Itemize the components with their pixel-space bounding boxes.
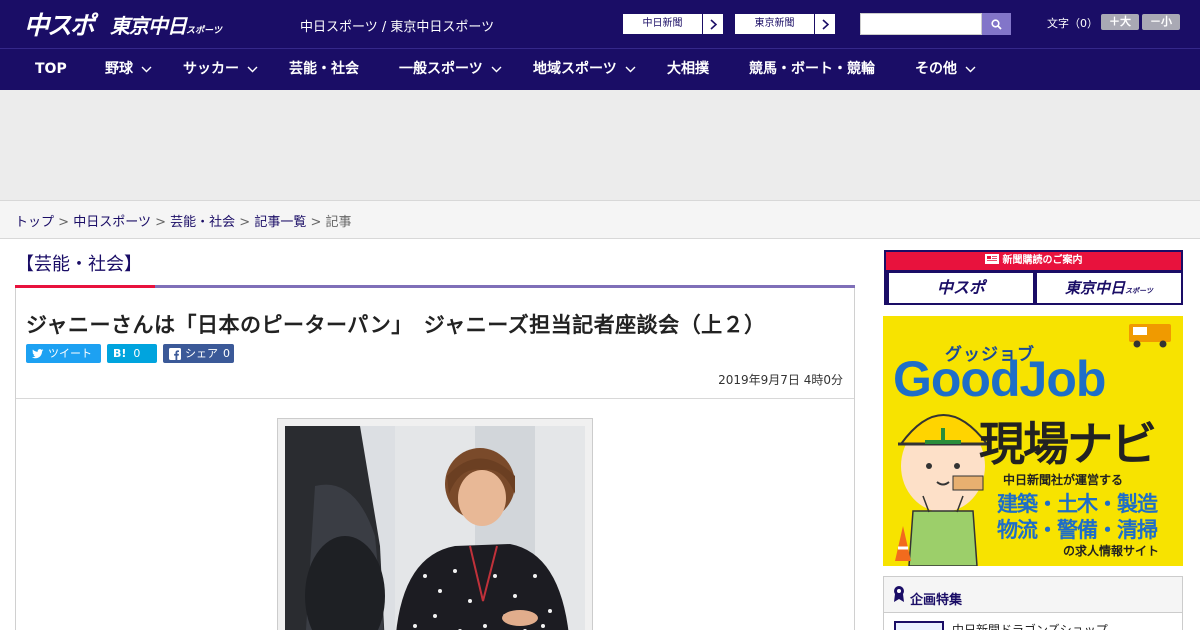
article-divider [16,398,854,399]
logo-tokyo-chunichi[interactable]: 東京中日スポーツ [110,10,222,39]
goodjob-industries-2: 物流・警備・清掃 [997,518,1158,542]
logo-chuspo[interactable]: 中スポ [24,6,95,42]
hatena-bookmark-icon: B! [113,347,127,360]
goodjob-brand: GoodJob [893,351,1106,407]
article-date: 2019年9月7日 4時0分 [718,373,843,387]
article-photo[interactable] [285,426,585,630]
nav-label: 野球 [105,61,133,77]
chevron-right-icon [815,14,835,34]
chevron-down-icon [141,66,152,72]
ad-banner-area [0,90,1200,200]
chunichi-shimbun-link[interactable]: 中日新聞 [622,13,724,35]
breadcrumb-current: 記事 [325,215,352,230]
feature-item-dragons-shop[interactable]: 中日新聞ドラゴンズショップ [952,621,1108,630]
breadcrumb-separator: > [155,215,166,230]
breadcrumb-top[interactable]: トップ [15,215,54,230]
interview-photo-image [285,426,585,630]
nav-entertainment[interactable]: 芸能・社会 [289,49,359,91]
font-smaller-button[interactable]: －小 [1142,14,1180,30]
font-size-label: 文字（0） [1047,17,1098,30]
nav-label: 一般スポーツ [399,61,483,77]
search-button[interactable] [982,13,1011,35]
facebook-icon [169,347,181,360]
goodjob-ad-banner[interactable]: グッジョブ GoodJob 現場ナビ 中日新聞社が運営する 建築・土木・製造 物… [883,316,1183,566]
feature-section: 企画特集 中日新聞ドラゴンズショップ [883,576,1183,630]
tokyo-shimbun-link[interactable]: 東京新聞 [734,13,836,35]
nav-soccer[interactable]: サッカー [183,49,258,91]
feature-title: 企画特集 [910,593,963,608]
search-icon [991,18,1002,30]
twitter-bird-icon [32,348,44,358]
chevron-right-icon [703,14,723,34]
nav-others[interactable]: その他 [915,49,976,91]
chevron-down-icon [625,66,636,72]
subscribe-tokyo-chunichi[interactable]: 東京中日スポーツ [1037,273,1181,303]
ribbon-icon [894,586,904,602]
hatena-bookmark-button[interactable]: B! 0 [107,344,157,363]
subscribe-tokyo-text: 東京中日 [1065,279,1126,297]
nav-label: 競馬・ボート・競輪 [749,61,875,77]
subscription-heading: 新聞購読のご案内 [1002,255,1083,266]
nav-label: その他 [915,61,957,77]
breadcrumb-separator: > [310,215,322,230]
tweet-label: ツイート [48,347,92,360]
nav-top[interactable]: TOP [35,49,67,91]
subscription-heading-bar: 新聞購読のご案内 [886,252,1181,270]
nav-baseball[interactable]: 野球 [105,49,152,91]
newspaper-icon [984,254,999,264]
goodjob-operator: 中日新聞社が運営する [1003,473,1124,487]
subscribe-tokyo-small: スポーツ [1125,287,1153,295]
breadcrumb: トップ > 中日スポーツ > 芸能・社会 > 記事一覧 > 記事 [0,200,1200,239]
font-larger-button[interactable]: ＋大 [1101,14,1139,30]
feature-header: 企画特集 [884,577,1182,613]
breadcrumb-list: トップ > 中日スポーツ > 芸能・社会 > 記事一覧 > 記事 [15,211,352,230]
chevron-down-icon [247,66,258,72]
chunichi-shimbun-label: 中日新聞 [623,14,703,34]
breadcrumb-separator: > [239,215,251,230]
nav-local-sports[interactable]: 地域スポーツ [533,49,636,91]
logo-tokyo-small: スポーツ [186,26,222,36]
goodjob-tail: の求人情報サイト [1063,544,1160,558]
search-input[interactable] [860,13,982,35]
feature-thumbnail[interactable] [894,621,944,630]
breadcrumb-chunichi-sports[interactable]: 中日スポーツ [73,215,151,230]
site-title[interactable]: 中日スポーツ / 東京中日スポーツ [300,16,494,35]
tweet-button[interactable]: ツイート [26,344,101,363]
nav-racing[interactable]: 競馬・ボート・競輪 [749,49,875,91]
main-nav: TOP 野球 サッカー 芸能・社会 一般スポーツ 地域スポーツ 大相撲 競馬・ボ… [0,48,1200,90]
facebook-share-label: シェア [185,347,218,360]
chevron-down-icon [491,66,502,72]
nav-label: サッカー [183,61,239,77]
nav-sumo[interactable]: 大相撲 [667,49,709,91]
goodjob-subtitle: 現場ナビ [979,417,1157,471]
subscribe-chuspo[interactable]: 中スポ [889,273,1033,303]
hatena-count: 0 [133,347,141,360]
nav-label: 芸能・社会 [289,61,359,77]
tokyo-shimbun-label: 東京新聞 [735,14,815,34]
article-title: ジャニーさんは「日本のピーターパン」 ジャニーズ担当記者座談会（上２） [26,313,766,337]
site-header: 中スポ 東京中日スポーツ 中日スポーツ / 東京中日スポーツ 中日新聞 東京新聞… [0,0,1200,48]
breadcrumb-article-list[interactable]: 記事一覧 [254,215,306,230]
breadcrumb-separator: > [58,215,70,230]
logo-tokyo-text: 東京中日 [110,14,187,38]
article-category: 【芸能・社会】 [16,254,142,275]
nav-general-sports[interactable]: 一般スポーツ [399,49,502,91]
facebook-share-button[interactable]: シェア 0 [163,344,234,363]
newspaper-subscription-banner[interactable]: 新聞購読のご案内 中スポ 東京中日スポーツ [884,250,1183,305]
nav-label: 地域スポーツ [533,61,617,77]
nav-label: 大相撲 [667,61,709,77]
chevron-down-icon [965,66,976,72]
breadcrumb-entertainment[interactable]: 芸能・社会 [170,215,235,230]
facebook-count: 0 [223,347,230,360]
nav-label: TOP [35,61,67,77]
